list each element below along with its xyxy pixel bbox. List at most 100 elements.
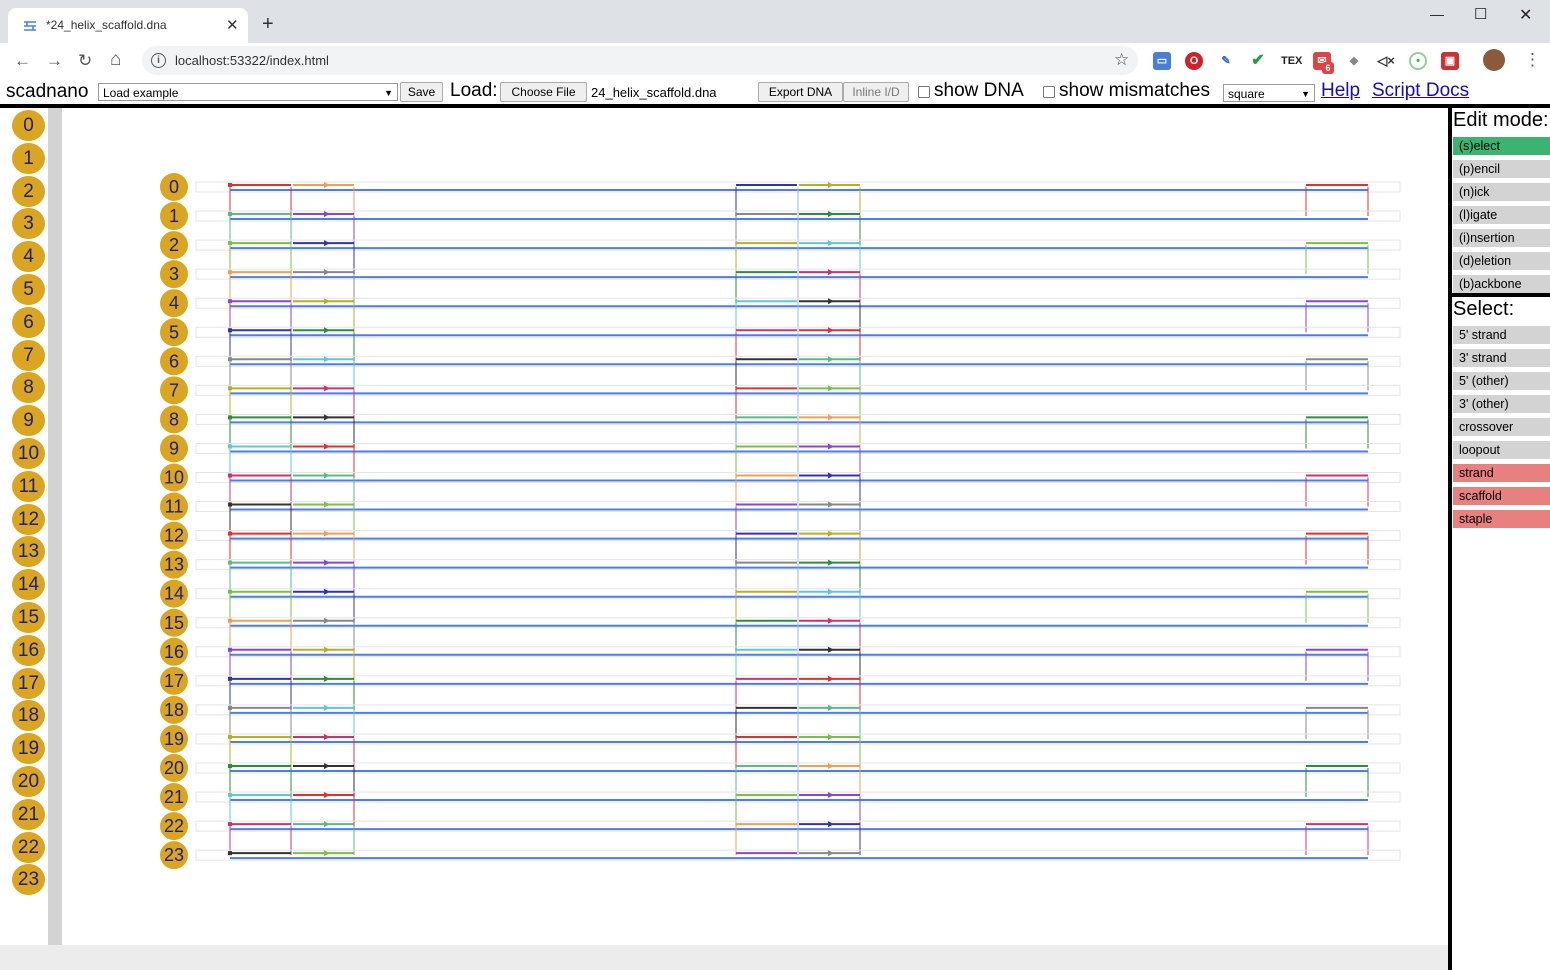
strand-5prime-end[interactable]	[228, 473, 232, 478]
strand-3prime-end[interactable]	[828, 850, 834, 857]
helix-label-16[interactable]: 16	[164, 642, 184, 662]
helix-label-2[interactable]: 2	[169, 235, 179, 255]
address-bar[interactable]: i localhost:53322/index.html ☆	[142, 46, 1138, 75]
side-helix-18[interactable]: 18	[12, 700, 45, 732]
strand-5prime-end[interactable]	[228, 851, 232, 856]
strand-3prime-end[interactable]	[828, 472, 834, 479]
side-helix-23[interactable]: 23	[12, 864, 45, 896]
tex-extension-icon[interactable]: TEX	[1281, 52, 1302, 70]
helix-label-10[interactable]: 10	[164, 468, 184, 488]
side-view-divider[interactable]	[48, 108, 62, 945]
strand-3prime-end[interactable]	[828, 792, 834, 799]
strand-3prime-end[interactable]	[828, 414, 834, 421]
strand-3prime-end[interactable]	[324, 792, 330, 799]
select-3-strand-button[interactable]: 3' strand	[1453, 349, 1550, 367]
save-button[interactable]: Save	[400, 82, 443, 102]
select-5-other-button[interactable]: 5' (other)	[1453, 372, 1550, 390]
side-helix-16[interactable]: 16	[12, 634, 45, 666]
side-helix-9[interactable]: 9	[12, 405, 45, 437]
select-loopout-button[interactable]: loopout	[1453, 441, 1550, 459]
strand-3prime-end[interactable]	[324, 211, 330, 218]
strand-3prime-end[interactable]	[828, 240, 834, 247]
helix-label-7[interactable]: 7	[169, 380, 179, 400]
info-icon[interactable]: i	[151, 53, 166, 68]
side-helix-14[interactable]: 14	[12, 569, 45, 601]
strand-3prime-end[interactable]	[828, 617, 834, 624]
side-helix-17[interactable]: 17	[12, 667, 45, 699]
helix-label-1[interactable]: 1	[169, 206, 179, 226]
side-helix-7[interactable]: 7	[12, 339, 45, 371]
strand-3prime-end[interactable]	[828, 327, 834, 334]
picture-extension-icon[interactable]: ▣	[1441, 52, 1459, 70]
dropbox-extension-icon[interactable]: ◆	[1345, 52, 1363, 70]
strand-3prime-end[interactable]	[828, 530, 834, 537]
new-tab-icon[interactable]: +	[262, 14, 274, 34]
strand-5prime-end[interactable]	[228, 212, 232, 217]
helix-design-canvas[interactable]: 01234567891011121314151617181920212223	[62, 108, 1448, 945]
strand-3prime-end[interactable]	[324, 530, 330, 537]
bookmark-star-icon[interactable]: ☆	[1114, 50, 1129, 70]
opera-extension-icon[interactable]: O	[1185, 52, 1203, 70]
inline-id-button[interactable]: Inline I/D	[843, 82, 909, 102]
side-helix-11[interactable]: 11	[12, 470, 45, 502]
strand-5prime-end[interactable]	[228, 618, 232, 623]
strand-3prime-end[interactable]	[828, 559, 834, 566]
strand-5prime-end[interactable]	[228, 647, 232, 652]
grid-select[interactable]: square ▼	[1223, 84, 1315, 102]
strand-3prime-end[interactable]	[828, 501, 834, 508]
side-helix-10[interactable]: 10	[12, 438, 45, 469]
help-link[interactable]: Help	[1321, 80, 1360, 102]
side-helix-0[interactable]: 0	[12, 110, 45, 141]
show-dna-checkbox[interactable]	[918, 86, 930, 98]
forward-icon[interactable]: →	[46, 51, 63, 71]
strand-3prime-end[interactable]	[324, 501, 330, 508]
helix-label-6[interactable]: 6	[169, 351, 179, 371]
side-helix-1[interactable]: 1	[12, 142, 45, 174]
strand-5prime-end[interactable]	[228, 589, 232, 594]
strand-5prime-end[interactable]	[228, 793, 232, 798]
edit-s-elect-button[interactable]: (s)elect	[1453, 137, 1550, 155]
side-helix-3[interactable]: 3	[12, 208, 45, 240]
strand-3prime-end[interactable]	[324, 472, 330, 479]
edit-n-ick-button[interactable]: (n)ick	[1453, 183, 1550, 201]
helix-label-4[interactable]: 4	[169, 293, 179, 313]
extension-icon[interactable]: ▭	[1153, 52, 1171, 70]
select-strand-button[interactable]: strand	[1453, 464, 1550, 482]
profile-avatar[interactable]	[1483, 49, 1505, 71]
strand-3prime-end[interactable]	[828, 646, 834, 653]
strand-5prime-end[interactable]	[228, 531, 232, 536]
helix-label-14[interactable]: 14	[164, 584, 184, 604]
side-helix-20[interactable]: 20	[12, 766, 45, 797]
helix-label-0[interactable]: 0	[169, 177, 179, 197]
strand-3prime-end[interactable]	[828, 763, 834, 769]
helix-label-9[interactable]: 9	[169, 438, 179, 458]
select-crossover-button[interactable]: crossover	[1453, 418, 1550, 436]
signature-extension-icon[interactable]: ✎	[1217, 52, 1235, 70]
mute-extension-icon[interactable]: ◁×	[1377, 52, 1395, 70]
minimize-icon[interactable]: —	[1430, 6, 1444, 22]
strand-3prime-end[interactable]	[324, 675, 330, 682]
browser-menu-icon[interactable]: ⋮	[1524, 50, 1541, 70]
strand-3prime-end[interactable]	[828, 443, 834, 450]
side-helix-21[interactable]: 21	[12, 798, 45, 830]
strand-3prime-end[interactable]	[324, 356, 330, 363]
helix-label-3[interactable]: 3	[169, 264, 179, 284]
strand-3prime-end[interactable]	[324, 733, 330, 740]
strand-5prime-end[interactable]	[228, 270, 232, 275]
strand-5prime-end[interactable]	[228, 676, 232, 681]
side-helix-2[interactable]: 2	[12, 175, 45, 207]
strand-3prime-end[interactable]	[324, 646, 330, 653]
strand-5prime-end[interactable]	[228, 328, 232, 333]
strand-3prime-end[interactable]	[828, 675, 834, 682]
tab-close-icon[interactable]: ✕	[226, 16, 239, 34]
helix-label-11[interactable]: 11	[165, 497, 184, 517]
helix-label-22[interactable]: 22	[164, 816, 184, 836]
window-close-icon[interactable]: ✕	[1519, 5, 1532, 25]
strand-5prime-end[interactable]	[228, 357, 232, 362]
side-helix-4[interactable]: 4	[12, 241, 45, 273]
edit-p-encil-button[interactable]: (p)encil	[1453, 160, 1550, 178]
strand-3prime-end[interactable]	[828, 385, 834, 392]
strand-5prime-end[interactable]	[228, 241, 232, 246]
strand-3prime-end[interactable]	[828, 269, 834, 276]
helix-label-17[interactable]: 17	[164, 671, 184, 691]
